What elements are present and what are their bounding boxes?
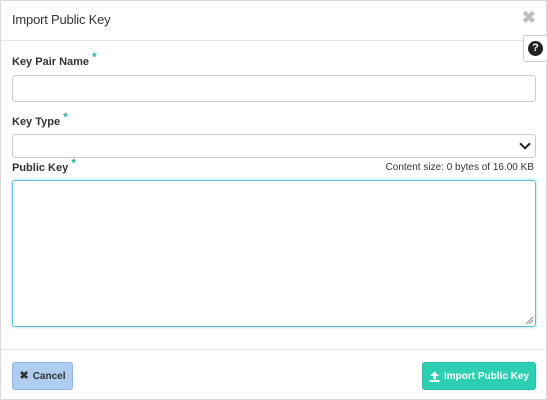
- required-marker: *: [71, 156, 76, 170]
- chevron-down-icon: [519, 138, 531, 150]
- required-marker: *: [92, 50, 97, 64]
- import-label: Import Public Key: [443, 370, 529, 382]
- upload-icon: [429, 371, 440, 382]
- help-button[interactable]: ?: [523, 35, 547, 62]
- footer-divider: [1, 349, 546, 350]
- times-icon: ✖: [19, 369, 29, 382]
- cancel-button[interactable]: ✖ Cancel: [12, 362, 73, 390]
- required-marker: *: [63, 110, 68, 124]
- cancel-label: Cancel: [32, 370, 66, 382]
- key-pair-name-label: Key Pair Name *: [12, 50, 97, 68]
- public-key-textarea[interactable]: [12, 180, 536, 327]
- resize-grip-icon[interactable]: [525, 316, 533, 324]
- dialog-title: Import Public Key: [12, 12, 111, 27]
- key-pair-name-input[interactable]: [12, 75, 536, 102]
- import-public-key-button[interactable]: Import Public Key: [422, 362, 536, 390]
- public-key-label: Public Key *: [12, 156, 76, 174]
- content-size-indicator: Content size: 0 bytes of 16.00 KB: [385, 162, 534, 173]
- close-icon[interactable]: ✖: [522, 8, 536, 28]
- key-type-label: Key Type *: [12, 110, 68, 128]
- dialog-header: Import Public Key ✖: [1, 1, 546, 41]
- import-public-key-dialog: Import Public Key ✖ ? Key Pair Name * Key…: [0, 0, 547, 400]
- key-type-select[interactable]: [12, 134, 536, 158]
- question-circle-icon: ?: [528, 41, 543, 56]
